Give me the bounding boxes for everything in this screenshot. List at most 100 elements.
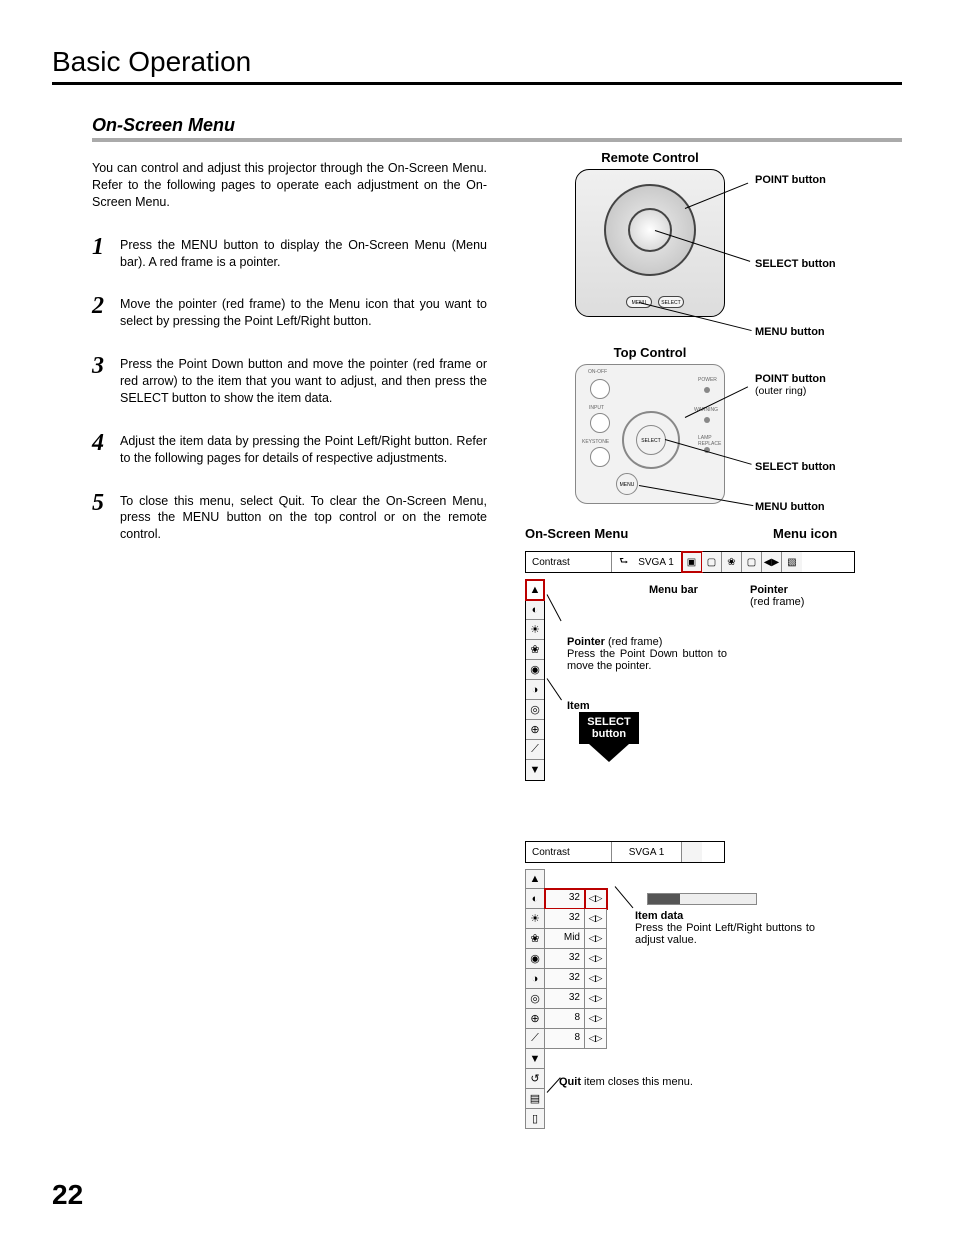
- menu-icon: ◀▶: [762, 552, 782, 572]
- osm-row: ▲: [525, 869, 635, 889]
- value-cell: 32: [545, 989, 585, 1009]
- step-5: 5 To close this menu, select Quit. To cl…: [92, 493, 487, 544]
- callout-text: POINT button: [755, 373, 826, 385]
- osm-row: ❀ Mid ◁▷: [525, 929, 635, 949]
- power-led: [704, 387, 710, 393]
- lead-line: [547, 594, 562, 621]
- remote-title: Remote Control: [575, 150, 725, 165]
- step-3: 3 Press the Point Down button and move t…: [92, 356, 487, 407]
- remote-control-diagram: Remote Control MENU SELECT POINT button …: [525, 150, 875, 317]
- intro-paragraph: You can control and adjust this projecto…: [92, 160, 487, 211]
- step-text: Press the Point Down button and move the…: [120, 356, 487, 407]
- top-control-title: Top Control: [575, 345, 725, 360]
- white-icon: ◎: [526, 700, 544, 720]
- callout-menu: MENU button: [755, 326, 825, 338]
- step-2: 2 Move the pointer (red frame) to the Me…: [92, 296, 487, 330]
- top-control-diagram: Top Control ON-OFF INPUT KEYSTONE POWER …: [525, 345, 875, 504]
- osm-row: ⟋ 8 ◁▷: [525, 1029, 635, 1049]
- callout-menu: MENU button: [755, 501, 825, 513]
- remote-box: MENU SELECT: [575, 169, 725, 317]
- slider: [647, 893, 757, 905]
- tint-icon: ◉: [526, 660, 544, 680]
- menubar-svga: SVGA 1: [638, 557, 674, 568]
- adjust-arrows-icon: ◁▷: [585, 909, 607, 929]
- top-control-box: ON-OFF INPUT KEYSTONE POWER WARNING LAMP…: [575, 364, 725, 504]
- menu-icon: [682, 842, 702, 862]
- step-4: 4 Adjust the item data by pressing the P…: [92, 433, 487, 467]
- step-number: 4: [92, 431, 120, 467]
- colortemp-icon: ◑: [525, 969, 545, 989]
- tint-icon: ◉: [525, 949, 545, 969]
- warning-led: [704, 417, 710, 423]
- down-arrow-icon: ▼: [526, 760, 544, 780]
- adjust-arrows-icon: ◁▷: [585, 949, 607, 969]
- down-arrow-icon: ▼: [525, 1049, 545, 1069]
- menubar-svga: SVGA 1: [629, 847, 665, 858]
- color-icon: ❀: [526, 640, 544, 660]
- step-number: 5: [92, 491, 120, 544]
- menu-bar-2: Contrast SVGA 1: [525, 841, 725, 863]
- osm-row: ☀ 32 ◁▷: [525, 909, 635, 929]
- menu-icon-selected: ▣: [682, 552, 702, 572]
- gamma-icon: ⟋: [525, 1029, 545, 1049]
- osm-header-right: Menu icon: [773, 526, 837, 541]
- anno-pointer-side: Pointer (red frame) Press the Point Down…: [567, 636, 727, 672]
- callout-point: POINT button: [755, 174, 826, 186]
- anno-quit: Quit item closes this menu.: [559, 1076, 693, 1088]
- sidebar-icons: ▲ ◐ ☀ ❀ ◉ ◑ ◎ ⊕ ⟋ ▼: [525, 579, 545, 781]
- step-text: Move the pointer (red frame) to the Menu…: [120, 296, 487, 330]
- osm-diagram: On-Screen Menu Menu icon Contrast ⮑ SVGA…: [525, 526, 875, 1129]
- menu-bar: Contrast ⮑ SVGA 1 ▣ ▢ ❀ ▢ ◀▶ ▧: [525, 551, 855, 573]
- osm-row: ◎ 32 ◁▷: [525, 989, 635, 1009]
- right-column: Remote Control MENU SELECT POINT button …: [525, 150, 875, 1129]
- section-title: On-Screen Menu: [92, 115, 902, 142]
- page-number: 22: [52, 1179, 83, 1211]
- anno-pointer-top: Pointer (red frame): [750, 584, 804, 608]
- osm-row: ⊕ 8 ◁▷: [525, 1009, 635, 1029]
- value-cell: 32: [545, 909, 585, 929]
- anno-item-data: Item data Press the Point Left/Right but…: [635, 910, 815, 946]
- gamma-icon: ⟋: [526, 740, 544, 760]
- adjust-arrows-icon: ◁▷: [585, 989, 607, 1009]
- lamp-label: LAMP REPLACE: [698, 435, 726, 447]
- value-cell: 32: [545, 969, 585, 989]
- up-arrow-icon: ▲: [526, 580, 544, 600]
- anno-menu-bar: Menu bar: [649, 584, 698, 596]
- step-text: Adjust the item data by pressing the Poi…: [120, 433, 487, 467]
- select-arrow: SELECT button: [579, 712, 639, 762]
- anno-item: Item: [567, 700, 590, 712]
- brightness-icon: ☀: [526, 620, 544, 640]
- colortemp-icon: ◑: [526, 680, 544, 700]
- select-text-2: button: [592, 728, 626, 740]
- menu-btn: MENU: [616, 473, 638, 495]
- steps-list: 1 Press the MENU button to display the O…: [92, 237, 487, 544]
- osm-row: ◑ 32 ◁▷: [525, 969, 635, 989]
- contrast-icon: ◐: [526, 600, 544, 620]
- sharpness-icon: ⊕: [526, 720, 544, 740]
- input-label: INPUT: [589, 405, 604, 411]
- onoff-label: ON-OFF: [588, 369, 607, 375]
- contrast-icon: ◐: [525, 889, 545, 909]
- page: Basic Operation On-Screen Menu You can c…: [0, 0, 954, 599]
- menubar-cell: ⮑ SVGA 1: [612, 552, 682, 572]
- adjust-arrows-icon: ◁▷: [585, 1029, 607, 1049]
- osm-row: ▤: [525, 1089, 635, 1109]
- remote-select-btn: SELECT: [658, 296, 684, 308]
- white-icon: ◎: [525, 989, 545, 1009]
- menu-icon: ❀: [722, 552, 742, 572]
- adjust-arrows-icon: ◁▷: [585, 889, 607, 909]
- quit-icon: ▯: [525, 1109, 545, 1129]
- menu-icon: ▢: [742, 552, 762, 572]
- value-cell: 8: [545, 1029, 585, 1049]
- menu-icon: ▢: [702, 552, 722, 572]
- sharpness-icon: ⊕: [525, 1009, 545, 1029]
- callout-select: SELECT button: [755, 258, 836, 270]
- adjust-arrows-icon: ◁▷: [585, 969, 607, 989]
- reset-icon: ↺: [525, 1069, 545, 1089]
- step-number: 3: [92, 354, 120, 407]
- osm-data-rows: ▲ ◐ 32 ◁▷ ☀ 32 ◁▷ ❀ Mid ◁▷: [525, 869, 635, 1129]
- step-1: 1 Press the MENU button to display the O…: [92, 237, 487, 271]
- input-icon: ⮑: [619, 554, 628, 571]
- up-arrow-icon: ▲: [525, 869, 545, 889]
- lead-line: [547, 678, 562, 700]
